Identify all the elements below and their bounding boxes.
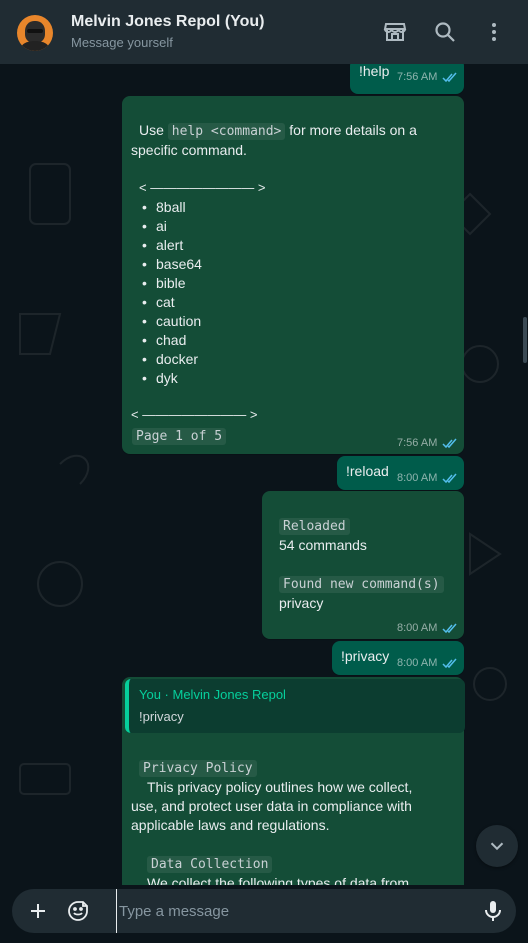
list-item: docker bbox=[142, 350, 202, 369]
read-receipt-icon bbox=[442, 473, 458, 484]
list-item: ai bbox=[142, 217, 202, 236]
plus-icon[interactable] bbox=[26, 899, 50, 923]
message-bubble-reload-reply[interactable]: Reloaded 54 commands Found new command(s… bbox=[262, 491, 464, 639]
page-indicator: Page 1 of 5 bbox=[132, 428, 227, 445]
message-time: 7:56 AM bbox=[397, 71, 438, 83]
read-receipt-icon bbox=[442, 623, 458, 634]
privacy-paragraph-line: We collect the following types of data f… bbox=[147, 875, 409, 885]
quoted-message[interactable]: You · Melvin Jones Repol !privacy bbox=[125, 679, 465, 733]
list-item: chad bbox=[142, 331, 202, 350]
list-item: cat bbox=[142, 293, 202, 312]
inline-code: help <command> bbox=[167, 123, 286, 140]
read-receipt-icon bbox=[442, 658, 458, 669]
message-time: 8:00 AM bbox=[397, 472, 438, 484]
quoted-text: !privacy bbox=[139, 709, 184, 724]
message-bubble-privacy[interactable]: !privacy 8:00 AM bbox=[332, 641, 464, 675]
avatar[interactable] bbox=[17, 15, 53, 51]
found-value: privacy bbox=[279, 595, 324, 611]
read-receipt-icon bbox=[442, 72, 458, 83]
command-list: 8ball ai alert base64 bible cat caution … bbox=[142, 198, 202, 388]
message-time: 8:00 AM bbox=[397, 657, 438, 669]
message-bubble-reload[interactable]: !reload 8:00 AM bbox=[337, 456, 464, 490]
sticker-icon[interactable] bbox=[66, 899, 90, 923]
message-composer bbox=[12, 889, 516, 933]
privacy-heading-wrap: Privacy Policy bbox=[139, 759, 257, 777]
list-item: dyk bbox=[142, 369, 202, 388]
list-item: caution bbox=[142, 312, 202, 331]
store-icon[interactable] bbox=[383, 20, 407, 44]
chevron-down-icon bbox=[490, 842, 504, 851]
privacy-paragraph-line: use, and protect user data in compliance… bbox=[131, 798, 412, 814]
chat-subtitle: Message yourself bbox=[71, 35, 173, 50]
read-receipt-icon bbox=[442, 438, 458, 449]
more-vertical-icon[interactable] bbox=[482, 20, 506, 44]
data-collection-heading-wrap: Data Collection bbox=[147, 855, 273, 873]
scroll-to-bottom-button[interactable] bbox=[476, 825, 518, 867]
help-usage-line1: Use help <command> for more details on a bbox=[139, 122, 417, 140]
message-text: !reload bbox=[346, 463, 389, 479]
scrollbar[interactable] bbox=[523, 317, 527, 363]
message-text: !help bbox=[359, 64, 390, 79]
reloaded-value: 54 commands bbox=[279, 537, 367, 553]
reloaded-label: Reloaded bbox=[279, 518, 350, 535]
chat-header: Melvin Jones Repol (You) Message yoursel… bbox=[0, 0, 528, 64]
quoted-author: You · Melvin Jones Repol bbox=[139, 687, 286, 702]
message-list[interactable]: !help 7:56 AM Use help <command> for mor… bbox=[0, 64, 528, 885]
found-label: Found new command(s) bbox=[279, 576, 444, 593]
privacy-heading: Privacy Policy bbox=[139, 760, 257, 777]
help-usage-line2: specific command. bbox=[131, 142, 247, 158]
privacy-paragraph-line: applicable laws and regulations. bbox=[131, 817, 330, 833]
message-input[interactable] bbox=[116, 889, 466, 933]
chat-title[interactable]: Melvin Jones Repol (You) bbox=[71, 13, 265, 31]
list-item: base64 bbox=[142, 255, 202, 274]
divider-bottom: < ———————— > bbox=[131, 407, 258, 422]
search-icon[interactable] bbox=[433, 20, 457, 44]
message-bubble-help[interactable]: !help 7:56 AM bbox=[350, 64, 464, 94]
list-item: 8ball bbox=[142, 198, 202, 217]
privacy-paragraph-line: This privacy policy outlines how we coll… bbox=[147, 779, 413, 795]
data-collection-heading: Data Collection bbox=[147, 856, 273, 873]
divider-top: < ———————— > bbox=[139, 180, 266, 195]
message-time: 7:56 AM bbox=[397, 437, 438, 449]
reloaded-label-wrap: Reloaded bbox=[279, 517, 350, 535]
message-text: !privacy bbox=[341, 648, 390, 664]
message-time: 8:00 AM bbox=[397, 622, 438, 634]
list-item: bible bbox=[142, 274, 202, 293]
page-indicator-wrap: Page 1 of 5 bbox=[132, 427, 227, 445]
list-item: alert bbox=[142, 236, 202, 255]
microphone-icon[interactable] bbox=[481, 899, 505, 923]
found-label-wrap: Found new command(s) bbox=[279, 575, 444, 593]
